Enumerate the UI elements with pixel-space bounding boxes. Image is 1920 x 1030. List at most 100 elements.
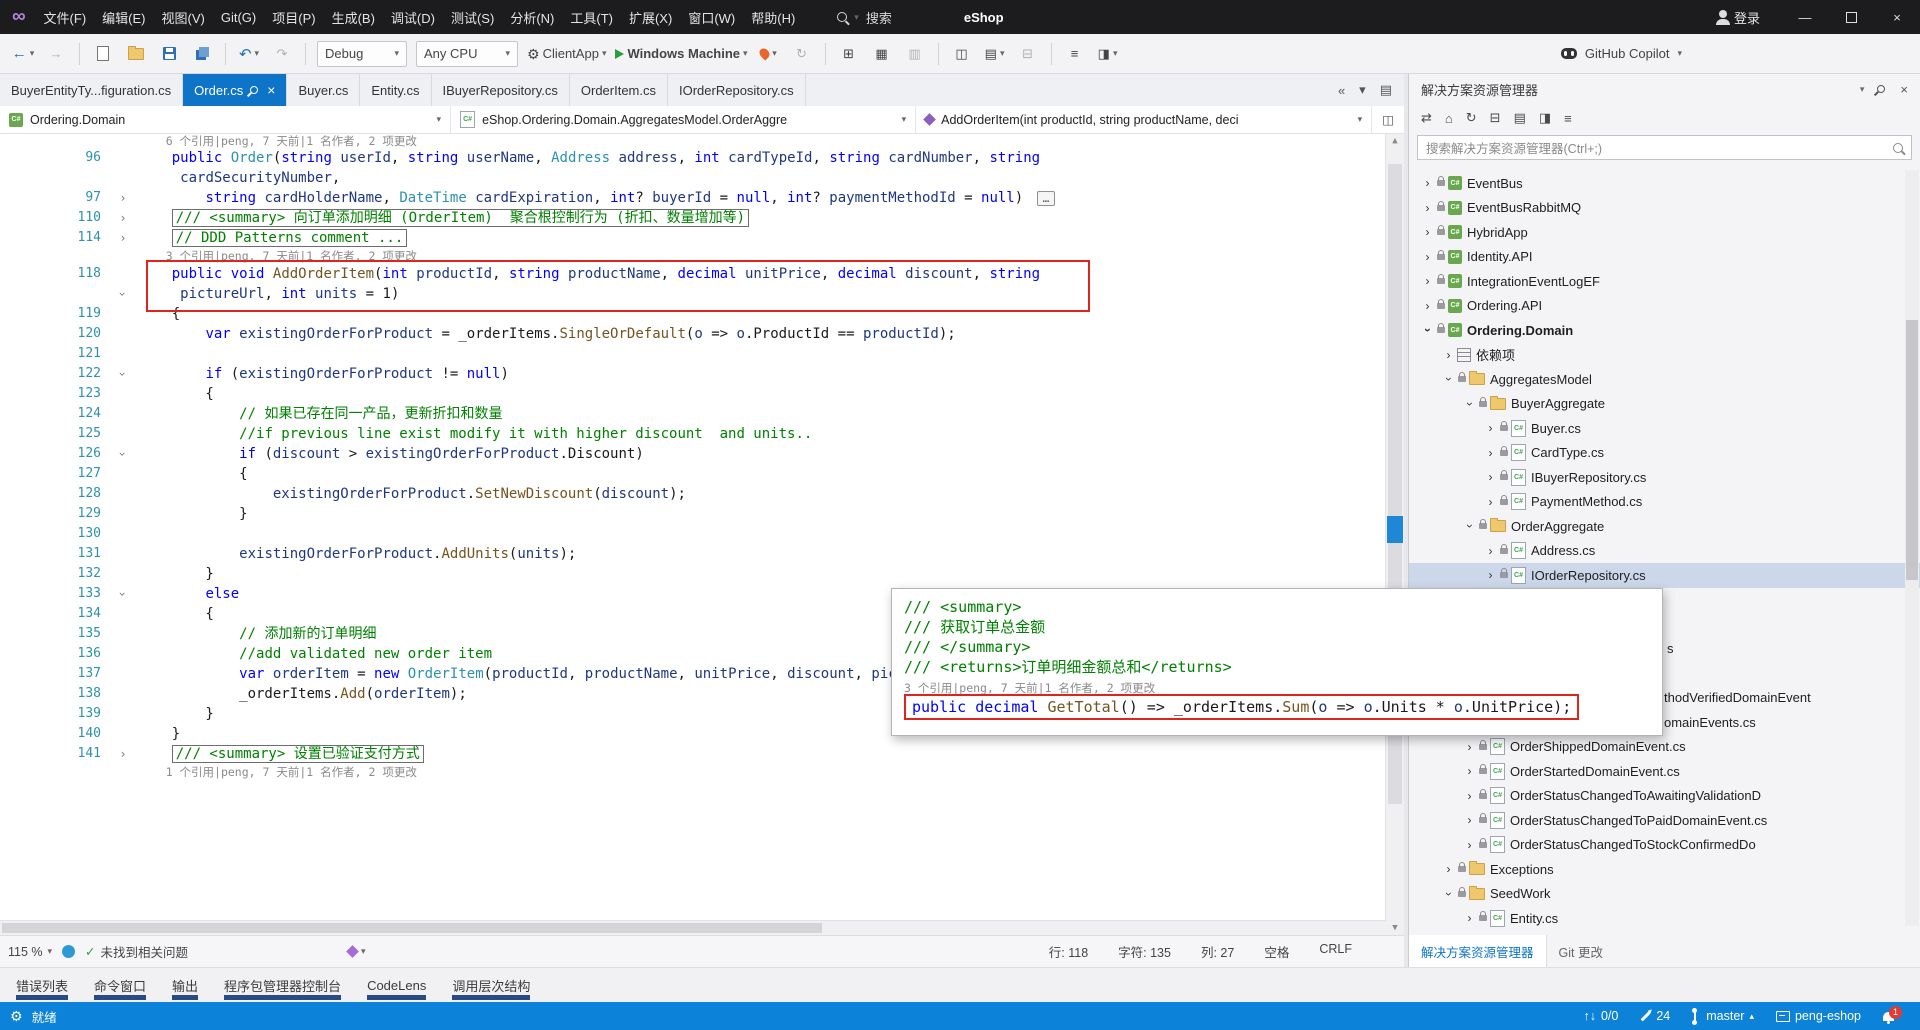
line-number[interactable]: 125 [0, 424, 108, 444]
editor-vertical-scrollbar[interactable]: ▲ ▼ [1385, 134, 1404, 935]
menu-item[interactable]: 窗口(W) [680, 0, 743, 34]
preview-selected-icon[interactable]: ◨ [1539, 110, 1551, 126]
line-number[interactable] [0, 248, 108, 264]
git-repo-button[interactable]: peng-eshop [1775, 1009, 1861, 1023]
breadcrumb-member[interactable]: AddOrderItem(int productId, string produ… [916, 106, 1371, 133]
expand-collapse-icon[interactable]: › [1482, 568, 1499, 582]
line-number[interactable]: 128 [0, 484, 108, 504]
line-number[interactable]: 124 [0, 404, 108, 424]
scroll-up-icon[interactable]: ▲ [1386, 136, 1404, 146]
tree-item[interactable]: › OrderAggregate [1409, 514, 1920, 539]
tool-window-tab[interactable]: 解决方案资源管理器 [1409, 935, 1547, 967]
line-number[interactable]: 139 [0, 704, 108, 724]
line-number[interactable]: 122 [0, 364, 108, 384]
git-sync-button[interactable]: ↑↓ 0/0 [1583, 1009, 1618, 1023]
code-line[interactable]: /// <returns>订单明细金额总和</returns> [904, 657, 1650, 677]
close-icon[interactable]: × [267, 83, 275, 97]
tree-item[interactable]: › C# Ordering.Domain [1409, 318, 1920, 343]
tree-item[interactable]: › C# IBuyerRepository.cs [1409, 465, 1920, 490]
tree-item[interactable]: › C# Ordering.API [1409, 294, 1920, 319]
line-number[interactable]: 121 [0, 344, 108, 364]
refresh-button[interactable]: ↻ [787, 41, 817, 67]
menu-item[interactable]: 扩展(X) [621, 0, 680, 34]
save-all-button[interactable] [187, 41, 217, 67]
tree-item[interactable]: › C# IntegrationEventLogEF [1409, 269, 1920, 294]
menu-item[interactable]: 文件(F) [36, 0, 95, 34]
tool-window-tab[interactable]: Git 更改 [1547, 935, 1615, 967]
line-number[interactable]: 131 [0, 544, 108, 564]
github-copilot-button[interactable]: GitHub Copilot ▾ [1560, 46, 1682, 61]
code-line[interactable]: 132 } [0, 564, 1404, 584]
line-number[interactable]: 130 [0, 524, 108, 544]
tree-item[interactable]: › C# HybridApp [1409, 220, 1920, 245]
code-line[interactable]: 114 › // DDD Patterns comment ... [0, 228, 1404, 248]
expand-collapse-icon[interactable]: › [1461, 813, 1478, 827]
expand-collapse-icon[interactable]: › [1419, 274, 1436, 288]
line-number[interactable] [0, 134, 108, 148]
doc-tab[interactable]: Entity.cs [360, 74, 432, 106]
scroll-tabs-left-icon[interactable]: « [1338, 83, 1345, 98]
doc-tab[interactable]: IOrderRepository.cs [668, 74, 806, 106]
pending-edits-button[interactable]: 24 [1640, 1009, 1670, 1023]
menu-item[interactable]: 测试(S) [443, 0, 502, 34]
menu-item[interactable]: 帮助(H) [743, 0, 803, 34]
code-line[interactable]: 124 // 如果已存在同一产品，更新折扣和数量 [0, 404, 1404, 424]
pin-icon[interactable] [248, 84, 260, 96]
toolbar-extra-button-4[interactable]: ◫ [947, 41, 977, 67]
new-file-button[interactable] [88, 41, 118, 67]
expand-collapse-icon[interactable]: › [1419, 299, 1436, 313]
expand-collapse-icon[interactable]: › [1419, 323, 1436, 337]
refresh-icon[interactable]: ↻ [1466, 110, 1477, 126]
code-line[interactable]: 126 › if (discount > existingOrderForProd… [0, 444, 1404, 464]
tree-item[interactable]: › C# PaymentMethod.cs [1409, 490, 1920, 515]
toolbar-extra-button-3[interactable]: ▥ [900, 41, 930, 67]
bottom-panel-tab[interactable]: 调用层次结构 [452, 968, 531, 1002]
collapse-all-icon[interactable]: ⊟ [1490, 110, 1501, 126]
expand-collapse-icon[interactable]: › [1461, 911, 1478, 925]
codelens-info[interactable]: 3 个引用|peng, 7 天前|1 名作者, 2 项更改 [904, 681, 1155, 695]
expand-collapse-icon[interactable]: › [1461, 838, 1478, 852]
code-line[interactable]: 131 existingOrderForProduct.AddUnits(uni… [0, 544, 1404, 564]
line-number[interactable]: 141 [0, 744, 108, 764]
code-line[interactable]: › pictureUrl, int units = 1) [0, 284, 1404, 304]
menu-item[interactable]: 项目(P) [264, 0, 323, 34]
codelens-info[interactable]: 3 个引用|peng, 7 天前|1 名作者, 2 项更改 [138, 249, 417, 263]
code-line[interactable]: 97 › string cardHolderName, DateTime card… [0, 188, 1404, 208]
code-line[interactable]: 127 { [0, 464, 1404, 484]
bottom-panel-tab[interactable]: 命令窗口 [94, 968, 147, 1002]
line-number[interactable]: 119 [0, 304, 108, 324]
tree-item[interactable]: › C# OrderShippedDomainEvent.cs [1409, 735, 1920, 760]
code-line[interactable]: /// 获取订单总金额 [904, 617, 1650, 637]
editor-horizontal-scrollbar[interactable] [0, 920, 1386, 935]
line-number[interactable]: 118 [0, 264, 108, 284]
switch-views-icon[interactable]: ⇄ [1421, 110, 1432, 126]
run-button[interactable]: Windows Machine ▾ [612, 41, 750, 67]
line-number[interactable]: 133 [0, 584, 108, 604]
expand-collapse-icon[interactable]: › [1440, 372, 1457, 386]
codelens-info[interactable]: 6 个引用|peng, 7 天前|1 名作者, 2 项更改 [138, 134, 417, 148]
hot-reload-button[interactable]: ▾ [754, 41, 784, 67]
expand-collapse-icon[interactable]: › [1482, 544, 1499, 558]
menu-item[interactable]: 视图(V) [154, 0, 213, 34]
line-number[interactable]: 120 [0, 324, 108, 344]
line-number[interactable]: 134 [0, 604, 108, 624]
code-line[interactable]: 120 var existingOrderForProduct = _order… [0, 324, 1404, 344]
code-line[interactable]: 125 //if previous line exist modify it w… [0, 424, 1404, 444]
line-number[interactable]: 127 [0, 464, 108, 484]
code-line[interactable]: 119 { [0, 304, 1404, 324]
solution-explorer-search[interactable]: 搜索解决方案资源管理器(Ctrl+;) [1417, 135, 1912, 160]
code-line[interactable]: 123 { [0, 384, 1404, 404]
tree-item[interactable]: › C# IOrderRepository.cs [1409, 563, 1920, 588]
doc-tab[interactable]: BuyerEntityTy...figuration.cs [0, 74, 184, 106]
close-button[interactable]: × [1874, 0, 1920, 34]
menu-item[interactable]: 分析(N) [502, 0, 562, 34]
fold-arrow-icon[interactable]: › [108, 364, 138, 384]
redo-button[interactable]: ↷ [267, 41, 297, 67]
expand-collapse-icon[interactable]: › [1419, 176, 1436, 190]
expand-collapse-icon[interactable]: › [1440, 862, 1457, 876]
expand-collapse-icon[interactable]: › [1482, 421, 1499, 435]
doc-tab[interactable]: Order.cs × [183, 74, 288, 106]
background-tasks-icon[interactable]: ⚙ [10, 1009, 23, 1023]
expand-collapse-icon[interactable]: › [1419, 225, 1436, 239]
title-search[interactable]: ▾ 搜索 [837, 8, 892, 27]
